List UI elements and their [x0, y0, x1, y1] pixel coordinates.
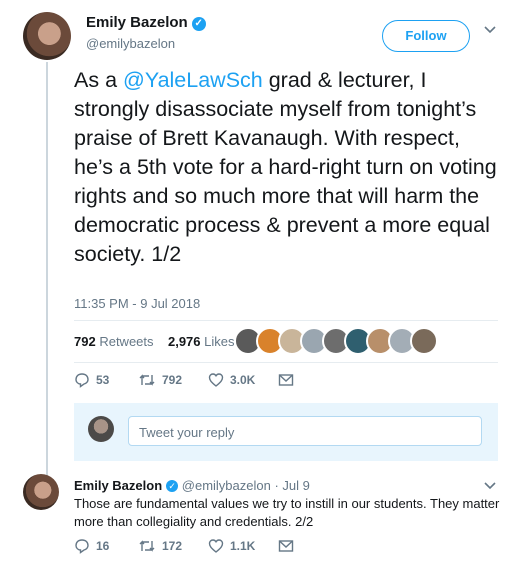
like-icon [208, 538, 224, 554]
retweets-stat[interactable]: 792 Retweets [74, 334, 154, 349]
reply-action[interactable]: 16 [74, 538, 109, 554]
current-user-avatar [88, 416, 114, 442]
liker-avatar[interactable] [410, 327, 438, 355]
reply-text: Those are fundamental values we try to i… [74, 496, 500, 529]
follow-button[interactable]: Follow [382, 20, 470, 52]
dm-action[interactable] [278, 539, 294, 553]
chevron-down-icon[interactable] [484, 26, 496, 34]
dm-icon [278, 539, 294, 553]
verified-icon: ✓ [166, 480, 179, 492]
dm-icon [278, 373, 294, 387]
dm-action[interactable] [278, 373, 294, 387]
reply-input[interactable]: Tweet your reply [128, 416, 482, 446]
retweet-action[interactable]: 792 [138, 372, 182, 388]
verified-icon: ✓ [191, 17, 206, 31]
reply-author-handle[interactable]: @emilybazelon [182, 478, 271, 493]
likes-stat[interactable]: 2,976 Likes [168, 334, 235, 349]
tweet-text: As a @YaleLawSch grad & lecturer, I stro… [74, 68, 497, 266]
tweet-stats: 792 Retweets 2,976 Likes [74, 334, 235, 349]
like-icon [208, 372, 224, 388]
divider [74, 320, 498, 321]
retweet-icon [138, 538, 156, 554]
reply-icon [74, 372, 90, 388]
tweet-timestamp[interactable]: 11:35 PM - 9 Jul 2018 [74, 296, 200, 311]
thread-line [46, 62, 48, 478]
author-avatar[interactable] [23, 12, 71, 60]
reply-author-name[interactable]: Emily Bazelon [74, 478, 162, 493]
author-name[interactable]: Emily Bazelon ✓ [86, 14, 206, 31]
like-action[interactable]: 1.1K [208, 538, 255, 554]
mention-link[interactable]: @YaleLawSch [123, 68, 263, 92]
author-handle[interactable]: @emilybazelon [86, 36, 175, 51]
divider [74, 362, 498, 363]
reply-date[interactable]: · Jul 9 [274, 478, 309, 493]
reply-header: Emily Bazelon ✓ @emilybazelon · Jul 9 [74, 478, 310, 493]
retweet-icon [138, 372, 156, 388]
like-action[interactable]: 3.0K [208, 372, 255, 388]
chevron-down-icon[interactable] [484, 482, 496, 490]
retweet-action[interactable]: 172 [138, 538, 182, 554]
reply-author-avatar[interactable] [23, 474, 59, 510]
reply-icon [74, 538, 90, 554]
reply-action[interactable]: 53 [74, 372, 109, 388]
